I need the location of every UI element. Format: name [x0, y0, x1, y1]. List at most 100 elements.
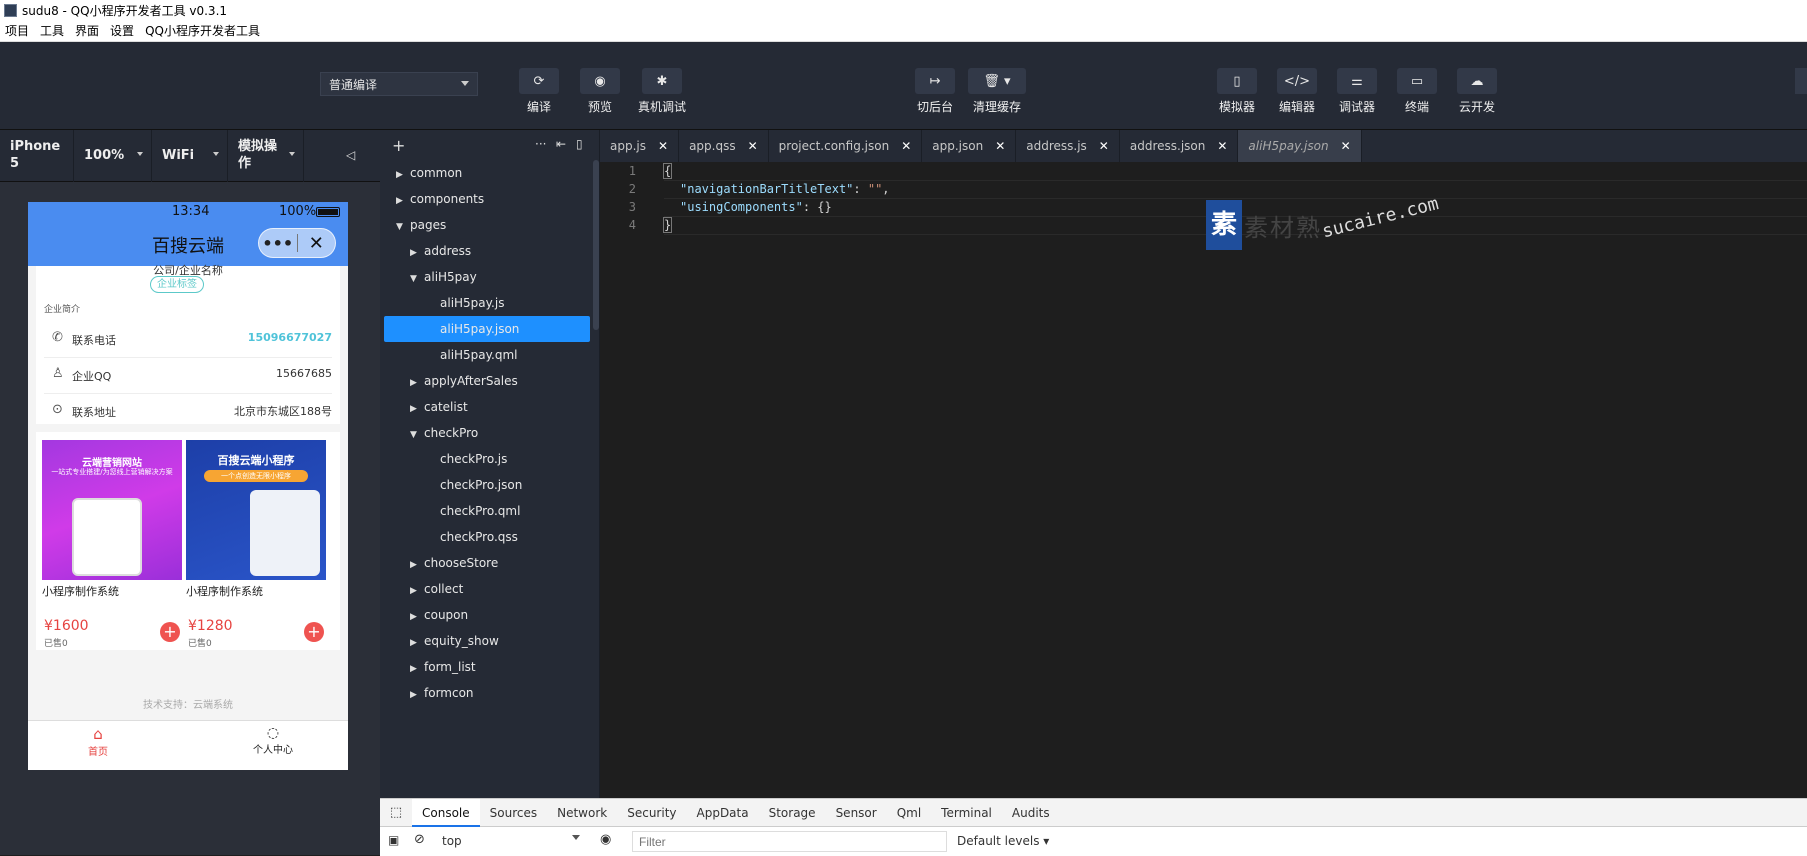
devtools-tab-terminal[interactable]: Terminal [931, 799, 1002, 827]
explorer-scrollbar[interactable] [593, 160, 599, 330]
log-levels-select[interactable]: Default levels ▾ [957, 834, 1049, 848]
add-to-cart-icon[interactable]: + [160, 622, 180, 642]
tab-project-config-json[interactable]: project.config.json ✕ [769, 130, 923, 162]
more-icon[interactable]: ••• [259, 234, 297, 253]
context-select[interactable]: top [442, 834, 462, 848]
tree-folder[interactable]: ▶ chooseStore [380, 550, 498, 576]
layout-icon[interactable]: ▯ [576, 137, 583, 151]
operation-select[interactable]: 模拟操作 [228, 130, 304, 182]
clear-console-icon[interactable]: ⊘ [414, 832, 425, 847]
speaker-icon[interactable]: ◁ [346, 148, 355, 162]
devtools-tab-security[interactable]: Security [617, 799, 686, 827]
collapse-icon[interactable]: ⇤ [556, 137, 566, 151]
close-icon[interactable]: ✕ [1217, 139, 1227, 153]
devtools-tab-storage[interactable]: Storage [759, 799, 826, 827]
devtools-tab-sources[interactable]: Sources [480, 799, 547, 827]
add-icon[interactable]: + [392, 136, 405, 155]
tree-folder[interactable]: ▶ components [380, 186, 484, 212]
line-number: 4 [628, 218, 636, 232]
tree-file[interactable]: checkPro.qml [380, 498, 520, 524]
close-icon[interactable]: ✕ [995, 139, 1005, 153]
inspect-icon[interactable]: ⬚ [380, 805, 412, 820]
devtools-tab-sensor[interactable]: Sensor [826, 799, 887, 827]
overflow-button[interactable] [1795, 68, 1807, 94]
zoom-select[interactable]: 100% [74, 130, 152, 182]
tab-home[interactable]: ⌂ 首页 [68, 725, 128, 758]
menu-qq-devtools[interactable]: QQ小程序开发者工具 [140, 22, 266, 39]
console-filter-input[interactable] [632, 831, 947, 852]
menu-tools[interactable]: 工具 [35, 22, 70, 39]
device-bar: iPhone 5 100% WiFi 模拟操作 ◁ [0, 130, 380, 182]
tree-folder[interactable]: ▶ formcon [380, 680, 474, 706]
product-card[interactable]: 云端营销网站 一站式专业搭建/为您线上营销解决方案 小程序制作系统 ¥1600 … [42, 440, 182, 649]
line-gutter: 1 2 3 4 [600, 162, 644, 798]
tab-home-label: 首页 [88, 747, 108, 758]
tab-app-qss[interactable]: app.qss ✕ [679, 130, 769, 162]
tab-app-js[interactable]: app.js ✕ [600, 130, 680, 162]
sidebar-toggle-icon[interactable]: ▣ [388, 833, 399, 847]
tree-file[interactable]: aliH5pay.json [384, 316, 590, 342]
code-editor[interactable]: 1 2 3 4 { "navigationBarTitleText": "", … [600, 162, 1807, 798]
devtools-tab-console[interactable]: Console [412, 798, 480, 827]
preview-button[interactable]: ◉ 预览 [565, 68, 635, 115]
tab-alih5pay-json[interactable]: aliH5pay.json ✕ [1238, 130, 1362, 162]
real-device-debug-button[interactable]: ✱ 真机调试 [627, 68, 697, 115]
more-icon[interactable]: ··· [535, 137, 546, 151]
tree-file[interactable]: checkPro.qss [380, 524, 518, 550]
watermark: 素 素材熟 sucaire.com [1206, 193, 1466, 260]
devtools-tab-appdata[interactable]: AppData [687, 799, 759, 827]
tree-folder[interactable]: ▶ applyAfterSales [380, 368, 518, 394]
tab-address-json[interactable]: address.json ✕ [1120, 130, 1239, 162]
eye-icon[interactable]: ◉ [600, 832, 611, 847]
caret-right-icon: ▶ [396, 196, 403, 206]
close-icon[interactable]: ✕ [658, 139, 668, 153]
devtools-tab-network[interactable]: Network [547, 799, 617, 827]
compile-button[interactable]: ⟳ 编译 [504, 68, 574, 115]
tree-file[interactable]: checkPro.json [380, 472, 522, 498]
menu-project[interactable]: 项目 [0, 22, 35, 39]
clear-cache-button[interactable]: 🗑 ▾ 清理缓存 [962, 68, 1032, 115]
close-icon[interactable]: ✕ [1341, 139, 1351, 153]
code-icon: </> [1277, 68, 1317, 94]
close-icon[interactable]: ✕ [748, 139, 758, 153]
tree-folder[interactable]: ▼ aliH5pay [380, 264, 477, 290]
tree-file[interactable]: aliH5pay.js [380, 290, 504, 316]
contact-phone-row[interactable]: ✆ 联系电话 15096677027 [44, 318, 332, 358]
switch-background-button[interactable]: ↦ 切后台 [900, 68, 970, 115]
tree-folder[interactable]: ▶ collect [380, 576, 463, 602]
tab-profile[interactable]: ◌ 个人中心 [238, 725, 308, 756]
operation-value: 模拟操作 [238, 139, 278, 171]
tree-folder[interactable]: ▼ checkPro [380, 420, 478, 446]
tab-address-js[interactable]: address.js ✕ [1016, 130, 1120, 162]
close-icon[interactable]: ✕ [1099, 139, 1109, 153]
contact-qq-row[interactable]: ♙ 企业QQ 15667685 [44, 354, 332, 394]
code-line-3: "usingComponents": {} [680, 200, 832, 214]
device-select[interactable]: iPhone 5 [0, 130, 74, 182]
tab-app-json[interactable]: app.json ✕ [922, 130, 1017, 162]
menu-view[interactable]: 界面 [70, 22, 105, 39]
product-card[interactable]: 百搜云端小程序 一个点创造无限小程序 小程序制作系统 ¥1280 已售0 + [186, 440, 326, 649]
menu-settings[interactable]: 设置 [105, 22, 140, 39]
devtools-tab-qml[interactable]: Qml [887, 799, 931, 827]
close-icon[interactable]: ✕ [901, 139, 911, 153]
close-icon[interactable]: ✕ [297, 233, 335, 254]
tree-folder[interactable]: ▶ catelist [380, 394, 468, 420]
cloud-dev-button[interactable]: ☁ 云开发 [1442, 68, 1512, 115]
devtools-tab-audits[interactable]: Audits [1002, 799, 1060, 827]
tree-item-label: aliH5pay [424, 270, 477, 284]
network-select[interactable]: WiFi [152, 130, 228, 182]
add-to-cart-icon[interactable]: + [304, 622, 324, 642]
tree-folder[interactable]: ▶ coupon [380, 602, 468, 628]
tree-file[interactable]: aliH5pay.qml [380, 342, 518, 368]
tree-item-label: checkPro.qml [440, 504, 521, 518]
tree-file[interactable]: checkPro.js [380, 446, 507, 472]
tree-folder[interactable]: ▶ equity_show [380, 628, 499, 654]
compile-mode-select[interactable]: 普通编译 [320, 72, 478, 96]
contact-address-value: 北京市东城区188号 [234, 405, 332, 418]
code-line-2: "navigationBarTitleText": "", [680, 182, 890, 196]
tree-folder[interactable]: ▼ pages [380, 212, 446, 238]
tree-folder[interactable]: ▶ form_list [380, 654, 476, 680]
tree-item-label: address [424, 244, 472, 258]
tree-folder[interactable]: ▶ common [380, 160, 462, 186]
tree-folder[interactable]: ▶ address [380, 238, 471, 264]
